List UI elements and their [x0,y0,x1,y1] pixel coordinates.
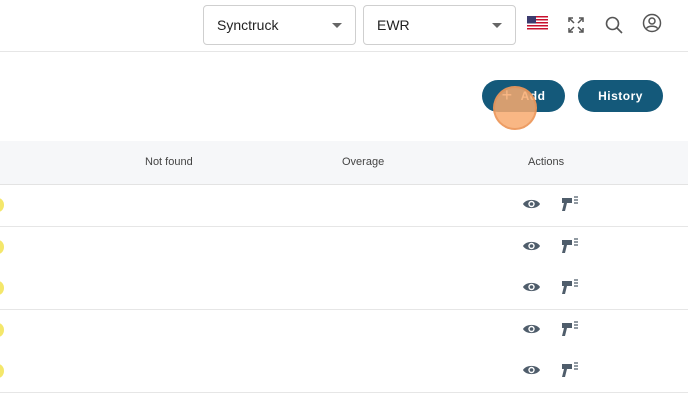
status-indicator [0,322,4,337]
scanner-icon[interactable] [561,320,580,338]
eye-icon[interactable] [522,239,541,253]
company-select[interactable]: Synctruck [203,5,356,45]
table-row [0,185,688,227]
history-button[interactable]: History [578,80,663,112]
fullscreen-icon[interactable] [565,14,587,36]
eye-icon[interactable] [522,197,541,211]
table-row [0,309,688,352]
click-indicator [493,86,537,130]
table-row [0,268,688,310]
scanner-icon[interactable] [561,237,580,255]
status-indicator [0,198,4,212]
chevron-down-icon [492,23,502,28]
column-header-not-found: Not found [145,156,193,168]
top-bar: Synctruck EWR [0,0,688,52]
station-select[interactable]: EWR [363,5,516,45]
status-indicator [0,364,4,378]
table-row [0,226,688,269]
user-icon[interactable] [641,12,663,34]
history-button-label: History [598,89,643,103]
eye-icon[interactable] [522,322,541,336]
search-icon[interactable] [603,14,625,36]
eye-icon[interactable] [522,363,541,377]
scanner-icon[interactable] [561,278,580,296]
status-indicator [0,239,4,254]
eye-icon[interactable] [522,280,541,294]
status-indicator [0,281,4,295]
table-header: Not found Overage Actions [0,141,688,185]
us-flag-icon[interactable] [527,16,548,31]
chevron-down-icon [332,23,342,28]
scanner-icon[interactable] [561,195,580,213]
table-row [0,351,688,393]
company-select-value: Synctruck [217,17,279,33]
station-select-value: EWR [377,17,410,33]
column-header-actions: Actions [528,156,565,168]
column-header-overage: Overage [342,156,385,168]
scanner-icon[interactable] [561,361,580,379]
